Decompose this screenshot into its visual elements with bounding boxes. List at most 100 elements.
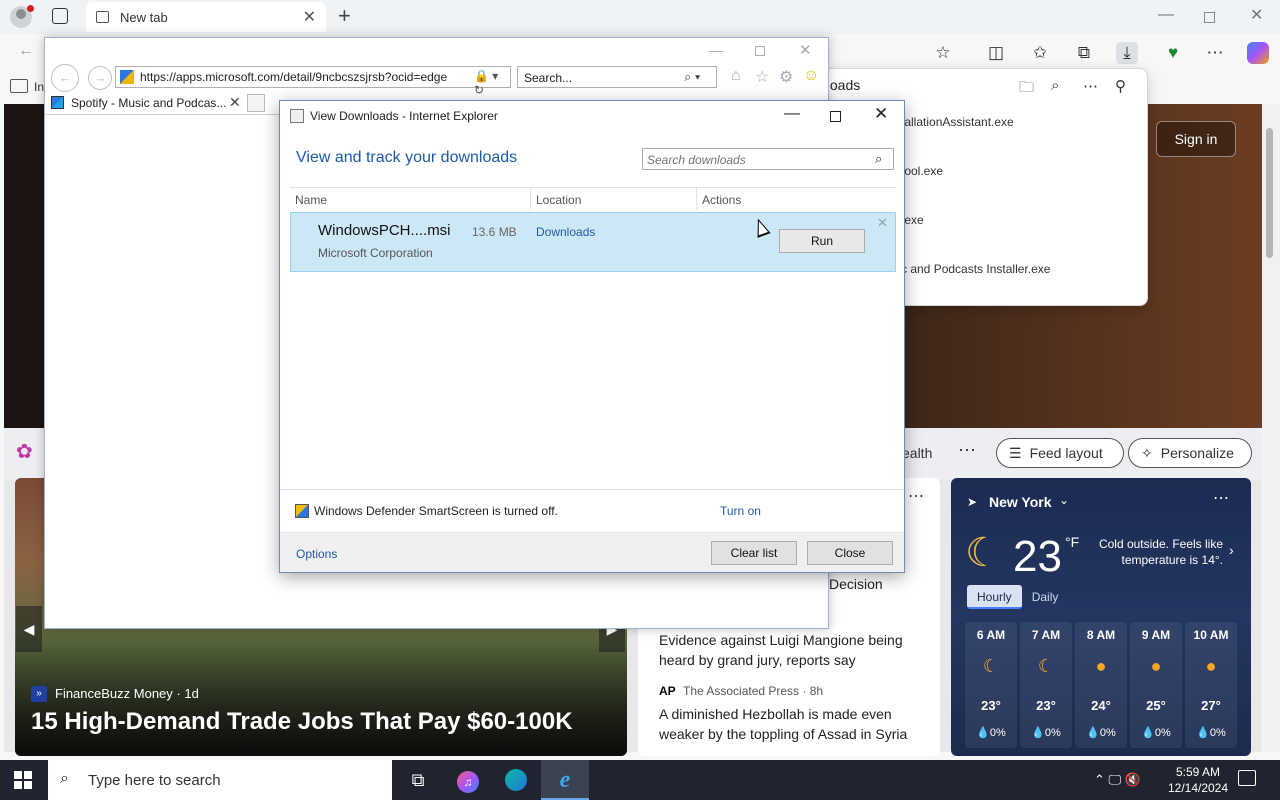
download-row[interactable]: WindowsPCH....msi 13.6 MB Downloads Micr… — [290, 212, 896, 272]
options-link[interactable]: Options — [296, 547, 337, 561]
forward-arrow-icon[interactable]: → — [88, 66, 112, 90]
downloads-icon[interactable]: ⤓ — [1116, 42, 1138, 64]
ie-tab-spotify[interactable]: Spotify - Music and Podcas... ✕ — [49, 94, 241, 114]
search-icon[interactable]: ⌕ — [875, 151, 882, 167]
tab-hourly[interactable]: Hourly — [967, 585, 1022, 609]
sun-icon: ● — [1150, 656, 1162, 676]
chevron-down-icon[interactable]: ⌄ — [1059, 493, 1069, 507]
close-tab-icon[interactable]: ✕ — [229, 94, 241, 111]
feed-layout-button[interactable]: ☰ Feed layout — [996, 438, 1124, 468]
header-divider — [290, 187, 896, 188]
tab-daily[interactable]: Daily — [1022, 585, 1069, 609]
address-bar[interactable]: https://apps.microsoft.com/detail/9ncbcs… — [115, 66, 511, 97]
sign-in-button[interactable]: Sign in — [1156, 121, 1236, 157]
internet-explorer-icon[interactable]: e — [541, 760, 589, 800]
collections-icon[interactable]: ⧉ — [1073, 42, 1095, 64]
download-item[interactable]: tool.exe — [901, 164, 943, 178]
itunes-icon[interactable]: ♫ — [444, 760, 492, 800]
more-menu-icon[interactable]: ⋯ — [1204, 42, 1226, 64]
news-headline[interactable]: Evidence against Luigi Mangione being he… — [659, 630, 929, 670]
news-headline-partial[interactable]: Decision — [829, 576, 883, 592]
gear-icon[interactable]: ⚙ — [779, 67, 793, 87]
task-view-icon[interactable]: ⧉ — [394, 760, 442, 800]
back-arrow-icon[interactable]: ← — [51, 64, 79, 92]
temperature-unit[interactable]: °F — [1065, 534, 1079, 550]
weather-location[interactable]: New York — [989, 494, 1052, 510]
search-icon[interactable]: ⌕ ▾ — [684, 69, 700, 85]
edge-icon[interactable] — [492, 760, 540, 800]
column-header-actions[interactable]: Actions — [702, 193, 741, 207]
chevron-right-icon[interactable]: › — [1229, 542, 1234, 558]
close-button[interactable]: Close — [807, 541, 893, 565]
new-tab-button[interactable] — [247, 94, 265, 112]
favorite-star-icon[interactable]: ☆ — [932, 42, 954, 64]
download-item[interactable]: c and Podcasts Installer.exe — [901, 262, 1050, 276]
tab-new-tab[interactable]: New tab ✕ — [86, 2, 326, 32]
tab-actions-icon[interactable] — [52, 8, 68, 24]
smiley-feedback-icon[interactable]: ☺ — [803, 67, 819, 85]
address-url[interactable]: https://apps.microsoft.com/detail/9ncbcs… — [140, 70, 447, 84]
forecast-temp: 23° — [1036, 698, 1056, 713]
turn-on-link[interactable]: Turn on — [720, 504, 761, 518]
search-downloads-box[interactable]: ⌕ — [642, 148, 894, 170]
windows-start-icon[interactable] — [14, 771, 32, 789]
more-options-icon[interactable]: ⋯ — [1083, 77, 1098, 95]
search-input[interactable]: Search... — [524, 71, 572, 85]
taskbar-search-input[interactable]: Type here to search — [88, 772, 221, 789]
news-source: The Associated Press · 8h — [683, 684, 824, 698]
close-tab-icon[interactable]: ✕ — [303, 7, 316, 27]
clear-list-button[interactable]: Clear list — [711, 541, 797, 565]
more-categories-icon[interactable]: ⋯ — [958, 440, 976, 461]
pin-icon[interactable]: ⚲ — [1115, 77, 1126, 95]
more-options-icon[interactable]: ⋯ — [908, 486, 924, 506]
close-window-button[interactable]: ✕ — [1250, 5, 1263, 25]
minimize-button[interactable]: — — [784, 105, 800, 123]
system-tray-icons[interactable]: ⌃ 🖵 🔇 — [1094, 772, 1141, 788]
download-location-link[interactable]: Downloads — [536, 225, 595, 239]
favorites-folder-icon[interactable] — [10, 79, 28, 93]
weather-card[interactable]: ➤ New York ⌄ ⋯ ☾ 23 °F Cold outside. Fee… — [951, 478, 1251, 756]
restore-button[interactable] — [1204, 12, 1215, 23]
search-downloads-input[interactable] — [647, 151, 867, 168]
column-header-name[interactable]: Name — [295, 193, 327, 207]
favorites-icon[interactable]: ✩ — [1029, 42, 1051, 64]
column-separator[interactable] — [696, 188, 697, 210]
notifications-icon[interactable] — [1238, 770, 1256, 786]
feed-category-health[interactable]: ealth — [902, 445, 932, 461]
favorites-item[interactable]: In — [34, 80, 44, 94]
more-options-icon[interactable]: ⋯ — [1213, 488, 1229, 508]
copilot-icon[interactable] — [1247, 42, 1269, 64]
download-item[interactable]: tallationAssistant.exe — [901, 115, 1014, 129]
open-folder-icon[interactable]: 🗀 — [1019, 77, 1034, 102]
personalize-button[interactable]: ✧ Personalize — [1128, 438, 1252, 468]
forecast-precip: 💧0% — [1141, 727, 1171, 739]
new-tab-button[interactable]: + — [338, 3, 351, 29]
back-icon[interactable]: ← — [18, 42, 34, 60]
favorites-star-icon[interactable]: ☆ — [755, 67, 769, 87]
scrollbar-thumb[interactable] — [1266, 128, 1273, 258]
news-headline[interactable]: A diminished Hezbollah is made even weak… — [659, 704, 929, 744]
maximize-button[interactable] — [830, 111, 841, 122]
home-icon[interactable]: ⌂ — [731, 67, 741, 85]
carousel-prev-icon[interactable]: ◀ — [16, 606, 42, 652]
search-box[interactable]: Search... ⌕ ▾ — [517, 66, 717, 88]
split-screen-icon[interactable]: ◫ — [985, 42, 1007, 64]
taskbar-search-box[interactable]: ⌕ Type here to search — [48, 760, 392, 800]
close-window-button[interactable]: ✕ — [799, 41, 812, 59]
lock-refresh-icons[interactable]: 🔒 ▾ ↻ — [474, 69, 510, 97]
minimize-button[interactable]: — — [709, 42, 723, 58]
search-icon[interactable]: ⌕ — [1051, 77, 1059, 94]
browser-essentials-icon[interactable]: ♥ — [1162, 42, 1184, 64]
maximize-button[interactable] — [755, 46, 765, 56]
dialog-titlebar[interactable]: View Downloads - Internet Explorer — ✕ — [280, 101, 904, 131]
msn-copilot-logo-icon[interactable]: ✿ — [16, 439, 33, 464]
column-header-location[interactable]: Location — [536, 193, 581, 207]
minimize-button[interactable]: — — [1158, 6, 1174, 24]
remove-item-icon[interactable]: ✕ — [877, 215, 888, 231]
taskbar-clock[interactable]: 5:59 AM 12/14/2024 — [1166, 764, 1230, 796]
main-story-headline[interactable]: 15 High-Demand Trade Jobs That Pay $60-1… — [31, 708, 573, 736]
dialog-footer: Options Clear list Close — [280, 532, 904, 572]
close-dialog-button[interactable]: ✕ — [874, 104, 888, 124]
column-separator[interactable] — [530, 188, 531, 210]
run-button[interactable]: Run — [779, 229, 865, 253]
